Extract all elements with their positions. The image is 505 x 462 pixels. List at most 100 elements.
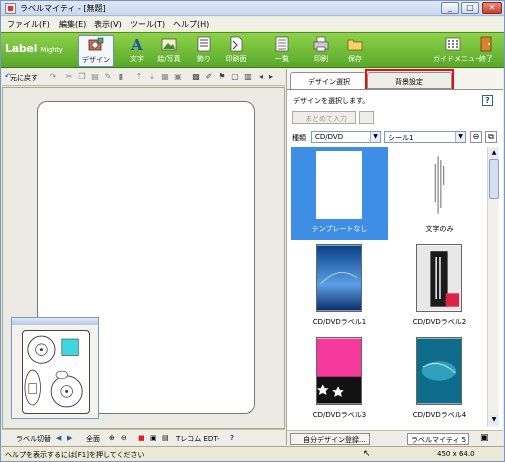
- exit-icon: [480, 36, 492, 52]
- prev-icon[interactable]: ◂: [256, 72, 266, 82]
- tool-save-button[interactable]: 保存: [338, 35, 372, 67]
- text-icon: A: [130, 36, 143, 53]
- title-bar: ラベルマイティ - [無題] _ □ ✕: [1, 1, 504, 16]
- tool-text-button[interactable]: A 文字: [120, 35, 154, 67]
- tool-exit-button[interactable]: 終了: [471, 35, 501, 67]
- chevron-down-icon[interactable]: ▼: [455, 132, 465, 142]
- type-select-value: CD/DVD: [315, 133, 344, 141]
- tool-label: 印刷面: [225, 55, 247, 63]
- picture-icon: [161, 38, 177, 51]
- edit-icon[interactable]: ✎: [103, 72, 113, 82]
- app-icon: [5, 3, 16, 14]
- help-circle-icon[interactable]: ?: [230, 434, 234, 442]
- mini-preview-titlebar[interactable]: [12, 318, 98, 325]
- sheet-select[interactable]: シール1 ▼: [384, 131, 466, 143]
- tool-label: 保存: [348, 55, 362, 63]
- register-design-button[interactable]: 自分デザイン登録...: [290, 433, 370, 445]
- menu-help[interactable]: ヘルプ(H): [173, 19, 209, 30]
- design-item[interactable]: CD/DVDラベル4: [391, 333, 488, 426]
- design-item[interactable]: テンプレートなし: [291, 147, 388, 240]
- type-label: 種類: [292, 134, 306, 142]
- menu-tools[interactable]: ツール(T): [130, 19, 165, 30]
- grid-icon[interactable]: ▣: [150, 434, 157, 442]
- tool-label: 終了: [479, 55, 493, 63]
- filter-row: 種類 CD/DVD ▼ シール1 ▼ ⊖ ⧉: [291, 131, 501, 145]
- bring-front-icon[interactable]: ⇡: [134, 72, 144, 82]
- tool-decoration-button[interactable]: 飾り: [187, 35, 221, 67]
- design-item[interactable]: CD/DVDラベル2: [391, 240, 488, 333]
- scroll-thumb[interactable]: [489, 159, 499, 199]
- menu-view[interactable]: 表示(V): [94, 19, 122, 30]
- design-caption: CD/DVDラベル1: [312, 318, 367, 326]
- paste-icon[interactable]: ▤: [90, 72, 100, 82]
- chevron-down-icon[interactable]: ▼: [370, 132, 380, 142]
- tab-design-select[interactable]: デザイン選択: [290, 72, 366, 89]
- paint-icon[interactable]: ✐: [204, 72, 214, 82]
- design-item[interactable]: CD/DVDラベル3: [291, 333, 388, 426]
- stamp-icon[interactable]: ⚑: [217, 72, 227, 82]
- batch-input-button[interactable]: まとめて入力: [292, 111, 356, 124]
- preview-zoom-icon[interactable]: ⊖: [470, 131, 482, 143]
- book-icon[interactable]: ▣: [480, 433, 489, 443]
- printer-icon: [313, 36, 329, 52]
- tool-label: ガイドメニュー: [433, 55, 482, 63]
- folder-icon: [347, 39, 363, 51]
- tool-print-face-button[interactable]: 印刷面: [219, 35, 253, 67]
- design-thumbnail: [416, 151, 462, 219]
- send-back-icon[interactable]: ⇣: [147, 72, 157, 82]
- window-title: ラベルマイティ - [無題]: [20, 4, 106, 13]
- whole-view-button[interactable]: 全面: [86, 434, 100, 444]
- logo-sub: Mighty: [40, 46, 63, 54]
- copy-icon[interactable]: ❐: [77, 72, 87, 82]
- design-list-scrollbar[interactable]: ▲ ▼: [487, 147, 499, 427]
- minimize-button[interactable]: _: [441, 2, 459, 14]
- tool-design-button[interactable]: デザイン: [78, 35, 114, 67]
- maximize-button[interactable]: □: [461, 2, 479, 14]
- tool-guide-menu-button[interactable]: ガイドメニュー: [433, 35, 482, 67]
- design-item[interactable]: CD/DVDラベル1: [291, 240, 388, 333]
- tool-print-button[interactable]: 印刷: [304, 35, 338, 67]
- guide-icon[interactable]: ▤: [162, 434, 169, 442]
- label-switch-button[interactable]: ラベル切替: [16, 434, 51, 444]
- design-item[interactable]: 文字のみ: [391, 147, 488, 240]
- batch-option-button[interactable]: [359, 111, 374, 124]
- zoom-out-icon[interactable]: ⊖: [121, 434, 127, 442]
- zoom-in-icon[interactable]: ⊕: [109, 434, 115, 442]
- undo-button[interactable]: 元に戻す: [10, 73, 38, 83]
- redo-icon[interactable]: ↷: [48, 72, 58, 82]
- next-icon[interactable]: ▸: [266, 72, 276, 82]
- menu-bar: ファイル(F) 編集(E) 表示(V) ツール(T) ヘルプ(H): [1, 17, 504, 31]
- design-thumbnail: [316, 151, 362, 219]
- next-label-icon[interactable]: ▶: [67, 434, 72, 442]
- design-caption: CD/DVDラベル2: [412, 318, 467, 326]
- sheet-name-field: ラベルマイティ 5: [407, 433, 469, 445]
- group-icon[interactable]: ▣: [173, 72, 183, 82]
- design-panel: デザイン選択 背景設定 デザインを選択します。 ? まとめて入力 種類 CD/D…: [286, 69, 503, 446]
- design-grid: テンプレートなし 文字のみ CD/DVDラベル1 CD/DVDラベル2 CD/D…: [291, 147, 491, 427]
- menu-edit[interactable]: 編集(E): [59, 19, 86, 30]
- close-button[interactable]: ✕: [482, 2, 502, 14]
- menu-file[interactable]: ファイル(F): [7, 19, 50, 30]
- hint-text: デザインを選択します。: [293, 97, 370, 105]
- prev-label-icon[interactable]: ◀: [56, 434, 61, 442]
- print-face-icon: [230, 36, 243, 52]
- scroll-down-icon[interactable]: ▼: [489, 415, 499, 425]
- cut-icon[interactable]: ✂: [64, 72, 74, 82]
- main-toolbar: Label Mighty デザイン A 文字 絵/写真 飾り 印刷面 一覧 印刷: [1, 32, 504, 68]
- type-select[interactable]: CD/DVD ▼: [311, 131, 381, 143]
- tool-picture-button[interactable]: 絵/写真: [152, 35, 186, 67]
- layout-icon[interactable]: ▩: [191, 72, 201, 82]
- mini-preview[interactable]: [11, 317, 99, 419]
- align-icon[interactable]: ▦: [160, 72, 170, 82]
- help-button[interactable]: ?: [482, 95, 493, 106]
- tool-label: 絵/写真: [157, 55, 181, 63]
- highlight-annotation: [365, 69, 454, 91]
- design-thumbnail: [316, 337, 362, 405]
- red-frame-icon[interactable]: ■: [138, 434, 145, 442]
- copy-sheet-icon[interactable]: ⧉: [485, 131, 497, 143]
- frame2-icon[interactable]: ▥: [243, 72, 253, 82]
- scroll-up-icon[interactable]: ▲: [489, 148, 499, 158]
- frame-icon[interactable]: ▢: [230, 72, 240, 82]
- tool-list-button[interactable]: 一覧: [265, 35, 299, 67]
- delete-icon[interactable]: ▮: [116, 72, 126, 82]
